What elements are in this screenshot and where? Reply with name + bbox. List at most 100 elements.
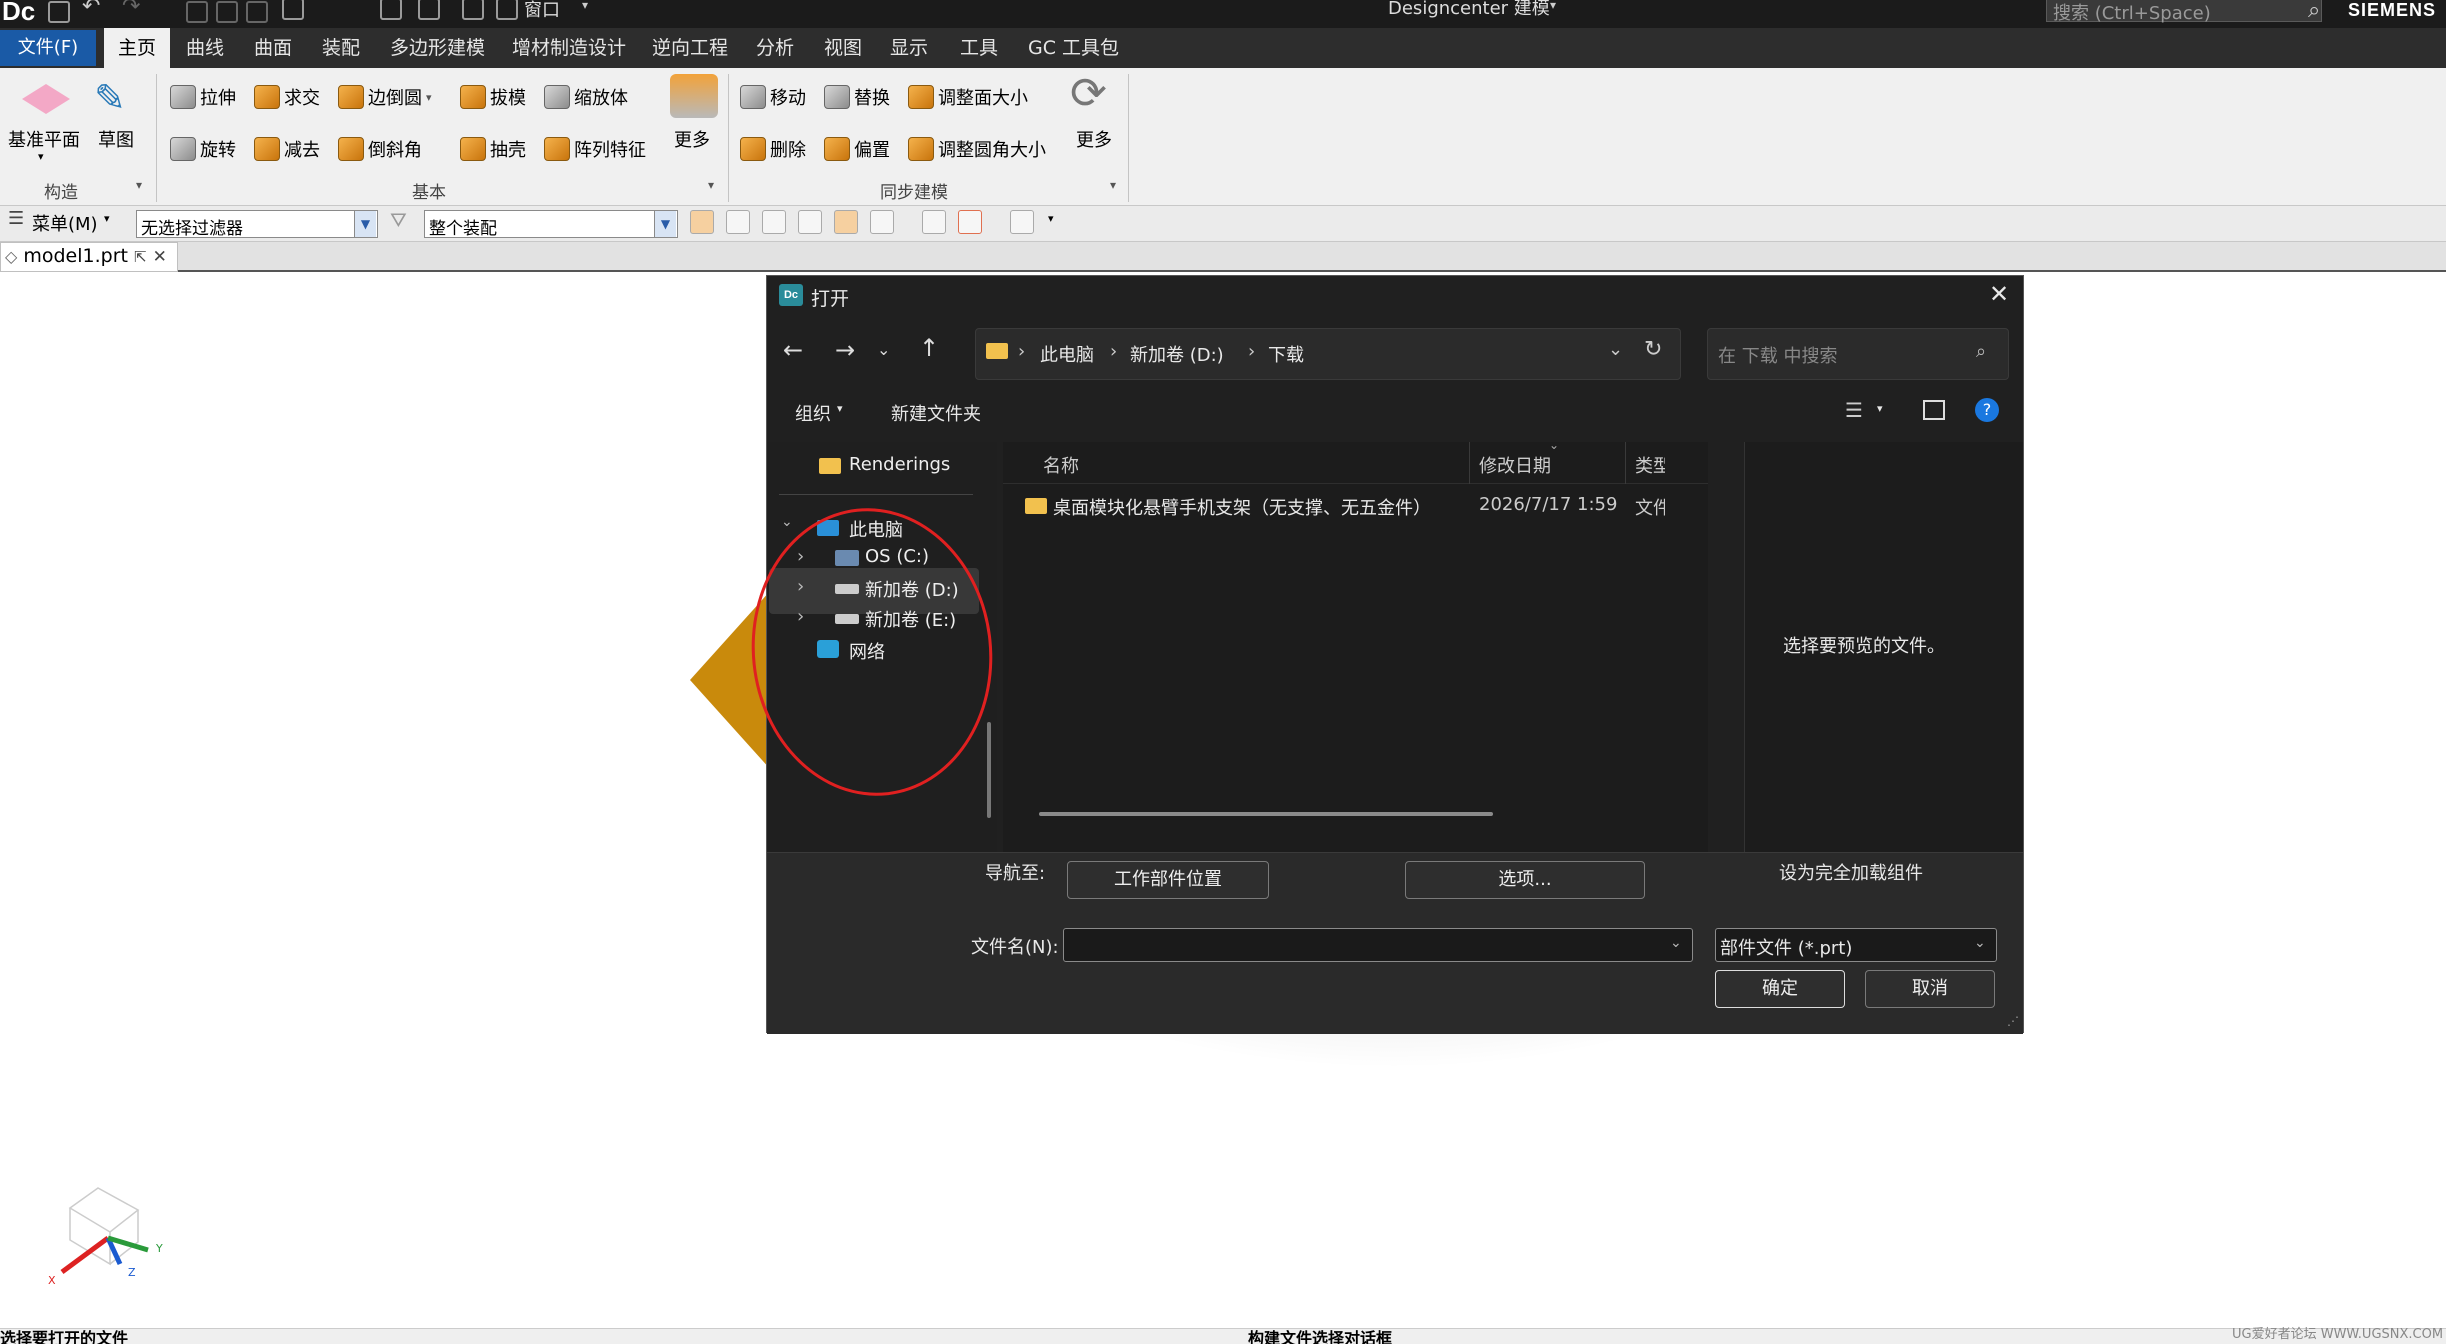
file-row[interactable]: 桌面模块化悬臂手机支架（无支撑、无五金件） 2026/7/17 1:59 文件 (1003, 488, 1708, 524)
chamfer-button[interactable]: 倒斜角 (338, 136, 422, 162)
pattern-feature-button[interactable]: 阵列特征 (544, 136, 646, 162)
column-divider[interactable] (1469, 442, 1470, 484)
breadcrumb-this-pc[interactable]: 此电脑 (1040, 341, 1094, 367)
more-sync-icon[interactable]: ⟳ (1070, 68, 1107, 119)
view-options-dropdown-icon[interactable]: ▾ (1877, 402, 1883, 415)
sketch-icon[interactable]: ✎ (94, 76, 126, 120)
undo-icon[interactable]: ↶ (82, 0, 100, 19)
scale-body-button[interactable]: 缩放体 (544, 84, 628, 110)
cancel-button[interactable]: 取消 (1865, 970, 1995, 1008)
up-arrow-icon[interactable]: ↑ (919, 334, 939, 362)
orient-view-dropdown-icon[interactable]: ▾ (1048, 212, 1054, 225)
file-type-chevron-icon[interactable]: ⌄ (1974, 935, 1986, 951)
resize-blend-button[interactable]: 调整圆角大小 (908, 136, 1046, 162)
more-basic-icon[interactable] (670, 74, 718, 118)
column-header-type[interactable]: 类型 (1635, 452, 1665, 478)
ok-button[interactable]: 确定 (1715, 970, 1845, 1008)
sketch-button[interactable]: 草图 (98, 126, 134, 152)
back-arrow-icon[interactable]: ← (783, 336, 803, 364)
orient-view-icon[interactable] (1010, 210, 1034, 234)
filename-input[interactable]: ⌄ (1063, 928, 1693, 962)
edge-blend-dropdown-icon[interactable]: ▾ (426, 91, 432, 104)
organize-button[interactable]: 组织 (795, 400, 831, 426)
tab-curve[interactable]: 曲线 (186, 28, 224, 68)
quick-access-dropdown-icon[interactable]: ▾ (582, 0, 588, 12)
sync-group-dropdown-icon[interactable]: ▾ (1110, 178, 1116, 192)
options-button[interactable]: 选项... (1405, 861, 1645, 899)
extrude-button[interactable]: 拉伸 (170, 84, 236, 110)
breadcrumb-downloads[interactable]: 下载 (1268, 341, 1304, 367)
window-switch-icon[interactable] (462, 0, 484, 20)
render-style-icon[interactable] (958, 210, 982, 234)
command-finder-icon[interactable] (418, 0, 440, 20)
window-icon[interactable] (496, 0, 518, 20)
tab-gc-toolkit[interactable]: GC 工具包 (1028, 28, 1119, 68)
column-divider[interactable] (1625, 442, 1626, 484)
main-menu-button[interactable]: 菜单(M) (32, 210, 98, 236)
tab-tools[interactable]: 工具 (960, 28, 998, 68)
more-basic-button[interactable]: 更多 (674, 126, 710, 152)
type-filter-dropdown-icon[interactable]: ▼ (354, 211, 376, 237)
address-bar[interactable]: › 此电脑 › 新加卷 (D:) › 下载 ⌄ ↻ (975, 328, 1681, 380)
app-title-chevron-icon[interactable]: ▾ (1550, 0, 1556, 12)
preview-pane-icon[interactable] (1923, 400, 1945, 420)
resize-grip-icon[interactable]: ⋰ (2007, 1014, 2019, 1028)
revolve-button[interactable]: 旋转 (170, 136, 236, 162)
tab-reverse-engineering[interactable]: 逆向工程 (652, 28, 728, 68)
select-body-icon[interactable] (834, 210, 858, 234)
replace-face-button[interactable]: 替换 (824, 84, 890, 110)
snap-mid-icon[interactable] (798, 210, 822, 234)
tab-view[interactable]: 视图 (824, 28, 862, 68)
draft-button[interactable]: 拔模 (460, 84, 526, 110)
resize-face-button[interactable]: 调整面大小 (908, 84, 1028, 110)
offset-region-button[interactable]: 偏置 (824, 136, 890, 162)
filename-history-chevron-icon[interactable]: ⌄ (1670, 935, 1682, 951)
tab-surface[interactable]: 曲面 (254, 28, 292, 68)
forward-arrow-icon[interactable]: → (835, 336, 855, 364)
refresh-icon[interactable]: ↻ (1644, 337, 1662, 362)
expand-this-pc-icon[interactable]: ⌄ (781, 514, 793, 530)
tab-analysis[interactable]: 分析 (756, 28, 794, 68)
move-face-button[interactable]: 移动 (740, 84, 806, 110)
file-menu-button[interactable]: 文件(F) (0, 30, 96, 66)
snap-center-icon[interactable] (870, 210, 894, 234)
select-features-icon[interactable] (690, 210, 714, 234)
new-folder-button[interactable]: 新建文件夹 (891, 400, 981, 426)
subtract-button[interactable]: 减去 (254, 136, 320, 162)
search-icon[interactable]: ⌕ (1976, 341, 1986, 362)
main-menu-dropdown-icon[interactable]: ▾ (104, 212, 110, 225)
menu-hamburger-icon[interactable]: ☰ (8, 208, 24, 229)
delete-face-button[interactable]: 删除 (740, 136, 806, 162)
selection-scope-dropdown-icon[interactable]: ▼ (654, 211, 676, 237)
close-document-icon[interactable]: ✕ (153, 247, 167, 267)
command-search-input[interactable]: 搜索 (Ctrl+Space) (2046, 0, 2322, 24)
tab-polygon-modeling[interactable]: 多边形建模 (390, 28, 485, 68)
filter-funnel-icon[interactable]: ⛛ (390, 208, 407, 232)
datum-plane-button[interactable]: 基准平面 (8, 126, 80, 152)
intersect-button[interactable]: 求交 (254, 84, 320, 110)
dialog-close-icon[interactable]: ✕ (1989, 280, 2009, 308)
construct-group-dropdown-icon[interactable]: ▾ (136, 178, 142, 192)
folder-search-input[interactable]: 在 下载 中搜索 ⌕ (1707, 328, 2009, 380)
basic-group-dropdown-icon[interactable]: ▾ (708, 178, 714, 192)
work-part-location-button[interactable]: 工作部件位置 (1067, 861, 1269, 899)
tab-display[interactable]: 显示 (890, 28, 928, 68)
export-icon[interactable] (282, 0, 304, 20)
search-icon[interactable]: ⌕ (2308, 0, 2320, 23)
shell-button[interactable]: 抽壳 (460, 136, 526, 162)
document-edit-icon[interactable]: ⇱ (134, 248, 147, 266)
nav-item-renderings[interactable]: Renderings (849, 454, 950, 475)
breadcrumb-volume-d[interactable]: 新加卷 (D:) (1130, 341, 1224, 367)
fully-load-components-option[interactable]: 设为完全加载组件 (1779, 859, 1923, 885)
view-options-icon[interactable]: ☰ (1845, 398, 1863, 422)
file-type-select[interactable]: 部件文件 (*.prt) ⌄ (1715, 928, 1997, 962)
help-icon[interactable]: ? (1975, 398, 1999, 422)
tab-additive-design[interactable]: 增材制造设计 (512, 28, 626, 68)
more-sync-button[interactable]: 更多 (1076, 126, 1112, 152)
address-history-chevron-icon[interactable]: ⌄ (1608, 339, 1623, 360)
snap-end-icon[interactable] (762, 210, 786, 234)
nav-scrollbar[interactable] (987, 722, 991, 818)
document-tab[interactable]: ◇ model1.prt ⇱ ✕ (0, 242, 178, 272)
column-header-modified[interactable]: 修改日期 (1479, 452, 1551, 478)
view-box-icon[interactable] (922, 210, 946, 234)
